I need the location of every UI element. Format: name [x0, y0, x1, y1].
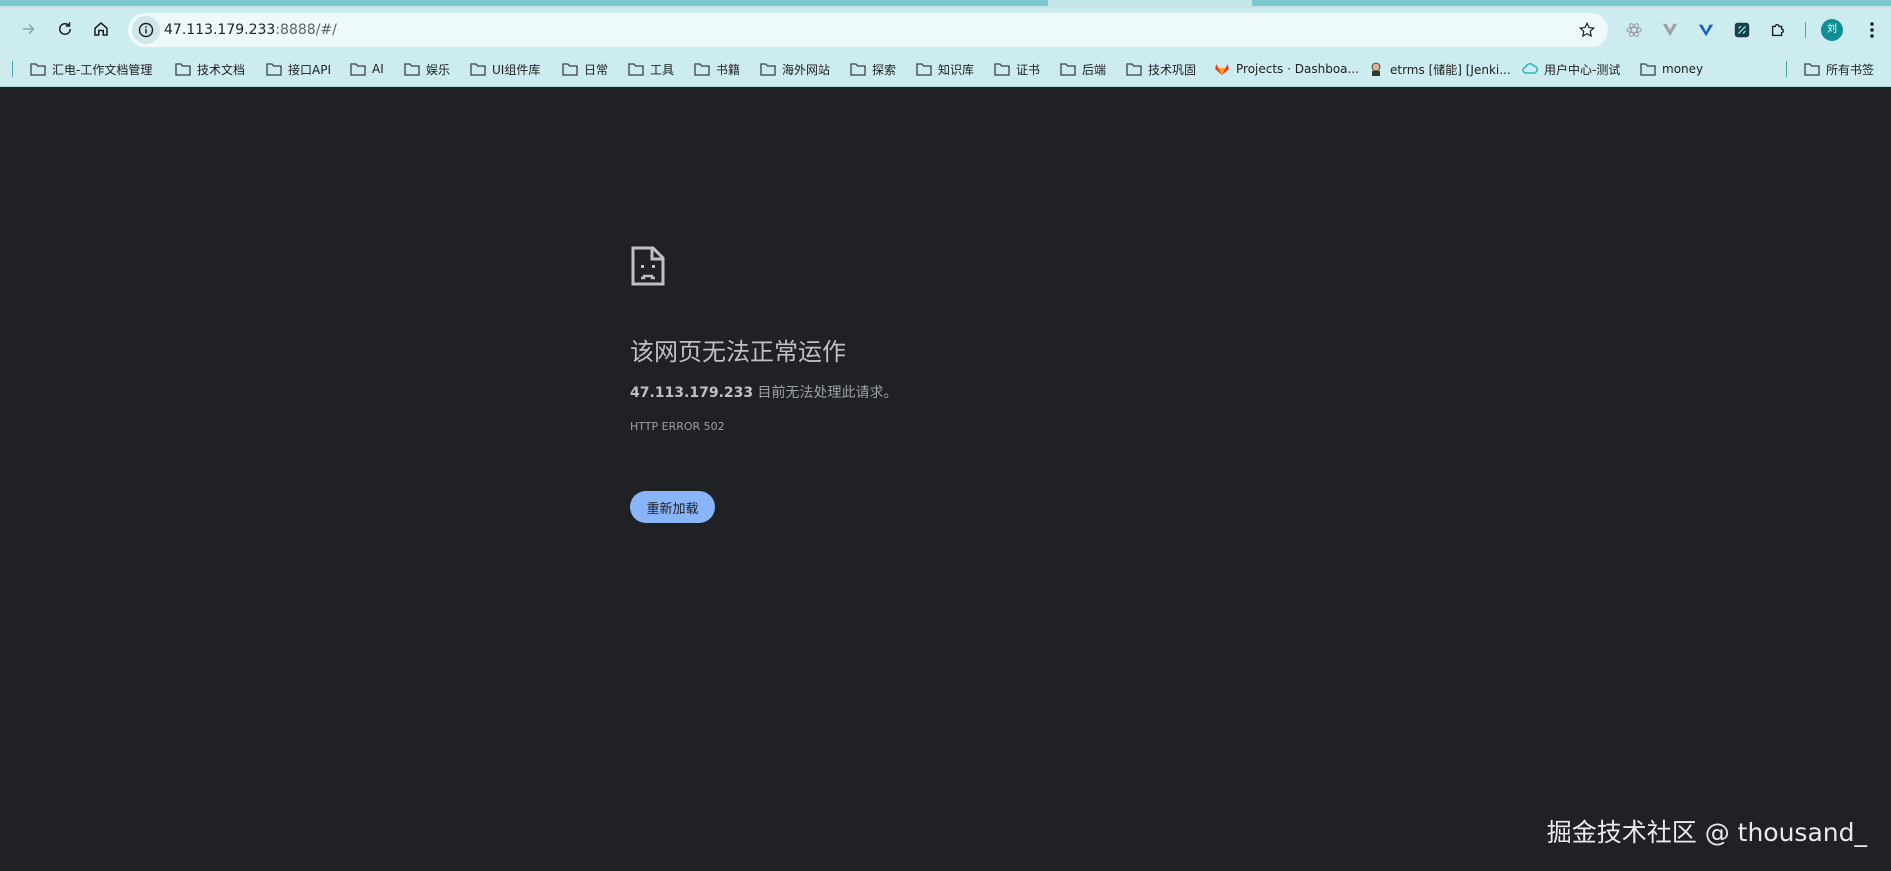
bookmark-label: Projects · Dashboa...: [1236, 62, 1359, 76]
bookmark-label: etrms [储能] [Jenki...: [1390, 62, 1511, 77]
extension-react-icon[interactable]: [1624, 20, 1644, 40]
all-bookmarks-label: 所有书签: [1826, 62, 1875, 77]
bookmark-item[interactable]: 工具: [628, 59, 674, 79]
folder-icon: [994, 63, 1010, 76]
jenkins-icon: [1371, 62, 1381, 76]
bookmark-label: 技术文档: [197, 62, 246, 77]
bookmark-label: 书籍: [716, 62, 741, 77]
extension-tool-icon[interactable]: [1732, 20, 1752, 40]
tab-strip: [0, 0, 1891, 8]
reload-page-button[interactable]: 重新加载: [630, 491, 715, 523]
error-code: HTTP ERROR 502: [630, 420, 725, 433]
url-text[interactable]: 47.113.179.233:8888/#/: [164, 13, 337, 47]
bookmark-label: 汇电-工作文档管理: [52, 62, 153, 77]
home-button[interactable]: [86, 14, 116, 44]
url-path: :8888/#/: [275, 22, 337, 38]
folder-icon: [694, 63, 710, 76]
star-icon[interactable]: [1578, 21, 1596, 39]
extension-v-icon[interactable]: [1696, 20, 1716, 40]
error-description: 47.113.179.233 目前无法处理此请求。: [630, 382, 898, 402]
arrow-right-icon: [23, 23, 35, 35]
error-host: 47.113.179.233: [630, 385, 754, 401]
bookmark-item[interactable]: 书籍: [694, 59, 740, 79]
bookmark-label: 后端: [1082, 62, 1107, 77]
bookmarks-bar: 汇电-工作文档管理 技术文档 接口API AI 娱乐 UI组件库 日常 工具 书…: [0, 52, 1891, 87]
bookmark-item[interactable]: etrms [储能] [Jenki...: [1368, 59, 1511, 79]
folder-icon: [628, 63, 644, 76]
bookmark-label: 用户中心-测试: [1544, 62, 1621, 77]
folder-icon: [760, 63, 776, 76]
bookmark-item[interactable]: 接口API: [266, 59, 331, 79]
extension-vue-icon[interactable]: [1660, 20, 1680, 40]
folder-icon: [1060, 63, 1076, 76]
bookmark-item[interactable]: money: [1640, 59, 1703, 79]
cloud-icon: [1522, 63, 1538, 74]
bookmark-label: AI: [372, 62, 384, 76]
browser-toolbar: 47.113.179.233:8888/#/ 刘: [0, 8, 1891, 52]
folder-icon: [266, 63, 282, 76]
bookmark-label: money: [1662, 62, 1704, 76]
puzzle-icon[interactable]: [1768, 20, 1788, 40]
watermark: 掘金技术社区 @ thousand_: [1546, 818, 1867, 847]
bookmark-label: 日常: [584, 62, 609, 77]
bookmark-item[interactable]: 技术巩固: [1126, 59, 1196, 79]
tab-segment[interactable]: [0, 0, 1048, 6]
bookmark-item[interactable]: 用户中心-测试: [1522, 59, 1620, 79]
bookmark-item[interactable]: 证书: [994, 59, 1040, 79]
page-content: 该网页无法正常运作 47.113.179.233 目前无法处理此请求。 HTTP…: [0, 87, 1891, 871]
bookmark-label: 探索: [872, 62, 897, 77]
folder-icon: [850, 63, 866, 76]
folder-icon: [916, 63, 932, 76]
bookmarks-divider: [12, 61, 13, 77]
bookmark-label: 工具: [650, 62, 675, 77]
folder-icon: [562, 63, 578, 76]
bookmark-label: 海外网站: [782, 62, 831, 77]
error-title: 该网页无法正常运作: [630, 338, 846, 366]
tab-segment[interactable]: [1252, 0, 1891, 6]
folder-icon: [1804, 63, 1820, 76]
site-info-button[interactable]: [132, 16, 160, 44]
bookmark-item[interactable]: Projects · Dashboa...: [1214, 59, 1359, 79]
bookmark-item[interactable]: 探索: [850, 59, 896, 79]
bookmark-item[interactable]: AI: [350, 59, 384, 79]
bookmarks-divider: [1786, 61, 1787, 77]
gitlab-icon: [1215, 64, 1229, 75]
error-message: 目前无法处理此请求。: [753, 385, 898, 401]
address-bar[interactable]: 47.113.179.233:8888/#/: [128, 13, 1608, 47]
folder-icon: [1126, 63, 1142, 76]
bookmark-item[interactable]: 技术文档: [175, 59, 245, 79]
folder-icon: [350, 63, 366, 76]
bookmark-item[interactable]: UI组件库: [470, 59, 540, 79]
bookmark-label: 证书: [1016, 62, 1041, 77]
bookmark-item[interactable]: 日常: [562, 59, 608, 79]
url-host: 47.113.179.233: [164, 22, 276, 38]
bookmark-item[interactable]: 汇电-工作文档管理: [30, 59, 152, 79]
home-icon: [94, 22, 108, 36]
sad-page-icon: [631, 246, 665, 286]
three-dots-icon[interactable]: [1862, 20, 1882, 40]
bookmark-label: 技术巩固: [1148, 62, 1197, 77]
folder-icon: [470, 63, 486, 76]
bookmark-label: 接口API: [288, 62, 331, 77]
profile-avatar[interactable]: 刘: [1821, 19, 1843, 41]
bookmark-item[interactable]: 海外网站: [760, 59, 830, 79]
folder-icon: [1640, 63, 1656, 76]
bookmark-label: UI组件库: [492, 62, 541, 77]
toolbar-divider: [1805, 22, 1806, 38]
folder-icon: [404, 63, 420, 76]
bookmark-item[interactable]: 后端: [1060, 59, 1106, 79]
reload-button[interactable]: [50, 14, 80, 44]
folder-icon: [30, 63, 46, 76]
bookmark-item[interactable]: 娱乐: [404, 59, 450, 79]
all-bookmarks-button[interactable]: 所有书签: [1804, 59, 1874, 79]
bookmark-label: 娱乐: [426, 62, 451, 77]
folder-icon: [175, 63, 191, 76]
info-icon: [138, 22, 154, 38]
back-button[interactable]: [14, 14, 44, 44]
reload-icon: [59, 22, 71, 35]
bookmark-label: 知识库: [938, 62, 975, 77]
bookmark-item[interactable]: 知识库: [916, 59, 974, 79]
